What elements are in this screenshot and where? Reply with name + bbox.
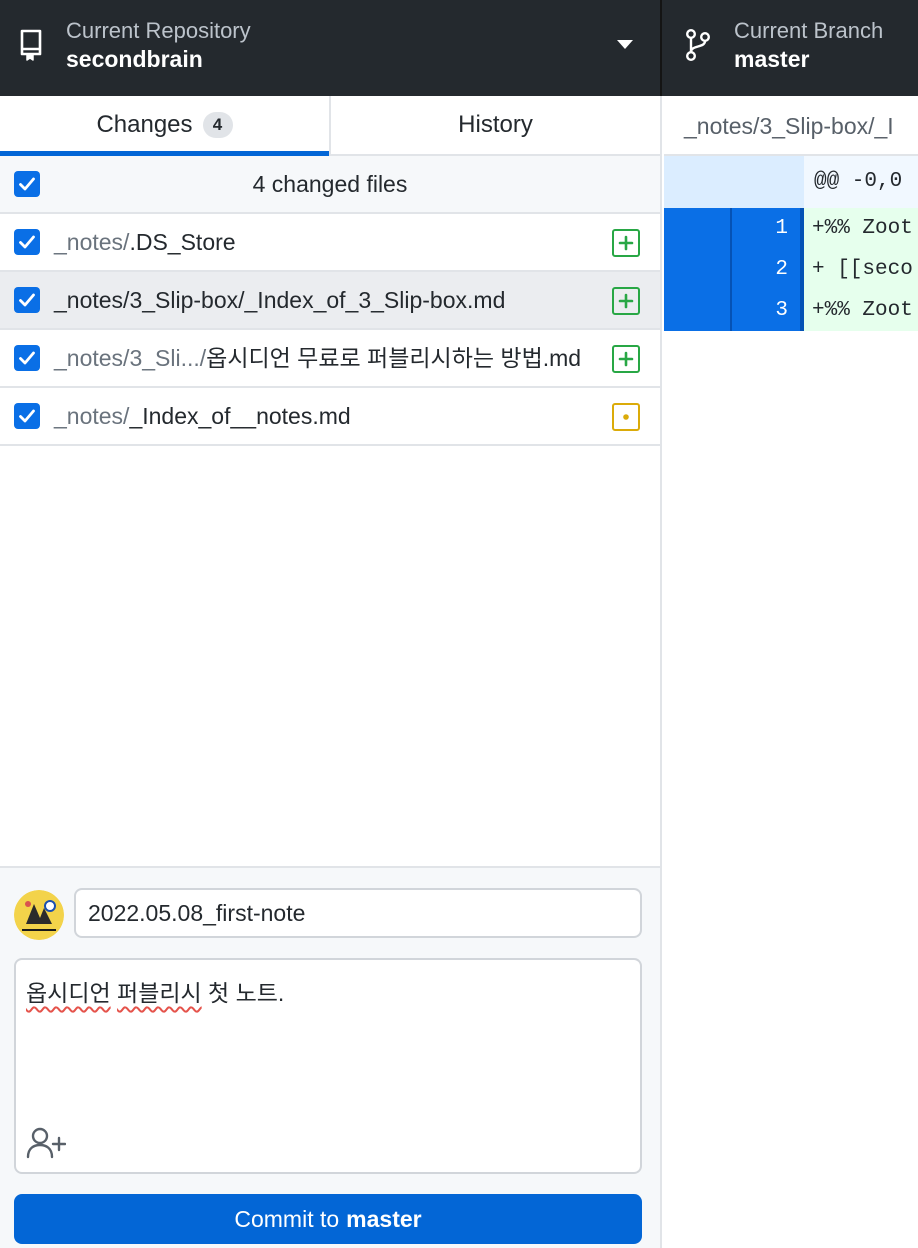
commit-button[interactable]: Commit to master: [14, 1194, 642, 1244]
diff-line[interactable]: 2 + [[seco: [664, 249, 918, 290]
description-rest: 첫 노트.: [201, 980, 285, 1006]
diff-file-path: _notes/3_Slip-box/_I: [664, 96, 918, 156]
toolbar: Current Repository secondbrain Current B…: [0, 0, 918, 96]
file-dir: _notes/: [54, 403, 130, 429]
checkmark-icon: [19, 409, 35, 423]
file-checkbox[interactable]: [14, 403, 40, 429]
misspelled-word: 옵시디언: [26, 980, 111, 1006]
repository-text: Current Repository secondbrain: [66, 18, 251, 74]
commit-description-text: 옵시디언 퍼블리시 첫 노트.: [26, 974, 284, 1008]
commit-button-branch: master: [346, 1205, 422, 1232]
file-dir: _notes/: [54, 229, 130, 255]
checkmark-icon: [19, 351, 35, 365]
file-path: _notes/.DS_Store: [54, 214, 236, 270]
changes-count-badge: 4: [202, 112, 233, 138]
tab-history-label: History: [458, 111, 533, 138]
file-path: _notes/_Index_of__notes.md: [54, 388, 351, 444]
repository-name: secondbrain: [66, 46, 203, 72]
file-name: _Index_of_3_Slip-box.md: [244, 287, 506, 313]
commit-description-field[interactable]: 옵시디언 퍼블리시 첫 노트.: [14, 958, 642, 1174]
new-line-number: 2: [732, 249, 804, 290]
repo-icon: [20, 29, 42, 61]
file-checkbox[interactable]: [14, 287, 40, 313]
checkmark-icon: [19, 235, 35, 249]
file-row[interactable]: _notes/3_Slip-box/_Index_of_3_Slip-box.m…: [0, 272, 660, 330]
tab-bar: Changes 4 History: [0, 96, 660, 156]
diff-line-text: +%% Zoot: [804, 290, 918, 331]
current-branch-button[interactable]: Current Branch master: [662, 0, 918, 96]
file-row[interactable]: _notes/.DS_Store: [0, 214, 660, 272]
current-repository-button[interactable]: Current Repository secondbrain: [0, 0, 662, 96]
new-line-number: 3: [732, 290, 804, 331]
file-name: _Index_of__notes.md: [129, 403, 351, 429]
misspelled-word: 퍼블리시: [117, 980, 202, 1006]
commit-summary-input[interactable]: [74, 888, 642, 938]
file-dir: _notes/3_Sli.../: [54, 345, 207, 371]
diff-panel: _notes/3_Slip-box/_I @@ -0,0 1 +%% Zoot …: [664, 96, 918, 1248]
new-line-number: 1: [732, 208, 804, 249]
commit-button-prefix: Commit to: [234, 1205, 340, 1232]
changed-files-header: 4 changed files: [0, 156, 660, 214]
repository-label: Current Repository: [66, 18, 251, 43]
old-line-number: [664, 290, 732, 331]
file-list: _notes/.DS_Store _notes/3_Slip-box/_Inde…: [0, 214, 660, 446]
diff-added-icon: [612, 229, 640, 257]
changed-files-count: 4 changed files: [252, 170, 408, 197]
diff-line[interactable]: 3 +%% Zoot: [664, 290, 918, 331]
file-checkbox[interactable]: [14, 229, 40, 255]
avatar: [14, 890, 64, 940]
old-line-number: [664, 249, 732, 290]
file-dir: _notes/3_Slip-box/: [54, 287, 245, 313]
file-checkbox[interactable]: [14, 345, 40, 371]
person-add-icon[interactable]: [26, 1126, 66, 1160]
diff-line[interactable]: 1 +%% Zoot: [664, 208, 918, 249]
file-path: _notes/3_Sli.../옵시디언 무료로 퍼블리시하는 방법.md: [54, 330, 581, 386]
diff-line-text: + [[seco: [804, 249, 918, 290]
branch-name: master: [734, 46, 810, 72]
hunk-header: @@ -0,0: [664, 156, 918, 208]
branch-label: Current Branch: [734, 18, 884, 43]
commit-message-area: 옵시디언 퍼블리시 첫 노트. Commit tomaster: [0, 866, 660, 1248]
tab-history[interactable]: History: [329, 96, 660, 154]
checkmark-icon: [19, 177, 35, 191]
checkmark-icon: [19, 293, 35, 307]
branch-text: Current Branch master: [734, 18, 883, 74]
file-row[interactable]: _notes/3_Sli.../옵시디언 무료로 퍼블리시하는 방법.md: [0, 330, 660, 388]
changes-sidebar: Changes 4 History 4 changed files _notes…: [0, 96, 662, 1248]
diff-added-icon: [612, 345, 640, 373]
git-branch-icon: [686, 29, 711, 62]
file-name: 옵시디언 무료로 퍼블리시하는 방법.md: [206, 345, 582, 371]
tab-changes-label: Changes: [96, 111, 193, 138]
diff-added-icon: [612, 287, 640, 315]
diff-modified-icon: [612, 403, 640, 431]
diff-line-text: +%% Zoot: [804, 208, 918, 249]
select-all-checkbox[interactable]: [14, 171, 40, 197]
hunk-header-text: @@ -0,0: [804, 156, 918, 208]
file-name: .DS_Store: [129, 229, 236, 255]
file-path: _notes/3_Slip-box/_Index_of_3_Slip-box.m…: [54, 272, 505, 328]
tab-changes[interactable]: Changes 4: [0, 96, 329, 156]
caret-down-icon: [617, 40, 633, 49]
file-row[interactable]: _notes/_Index_of__notes.md: [0, 388, 660, 446]
hunk-gutter[interactable]: [664, 156, 804, 208]
old-line-number: [664, 208, 732, 249]
